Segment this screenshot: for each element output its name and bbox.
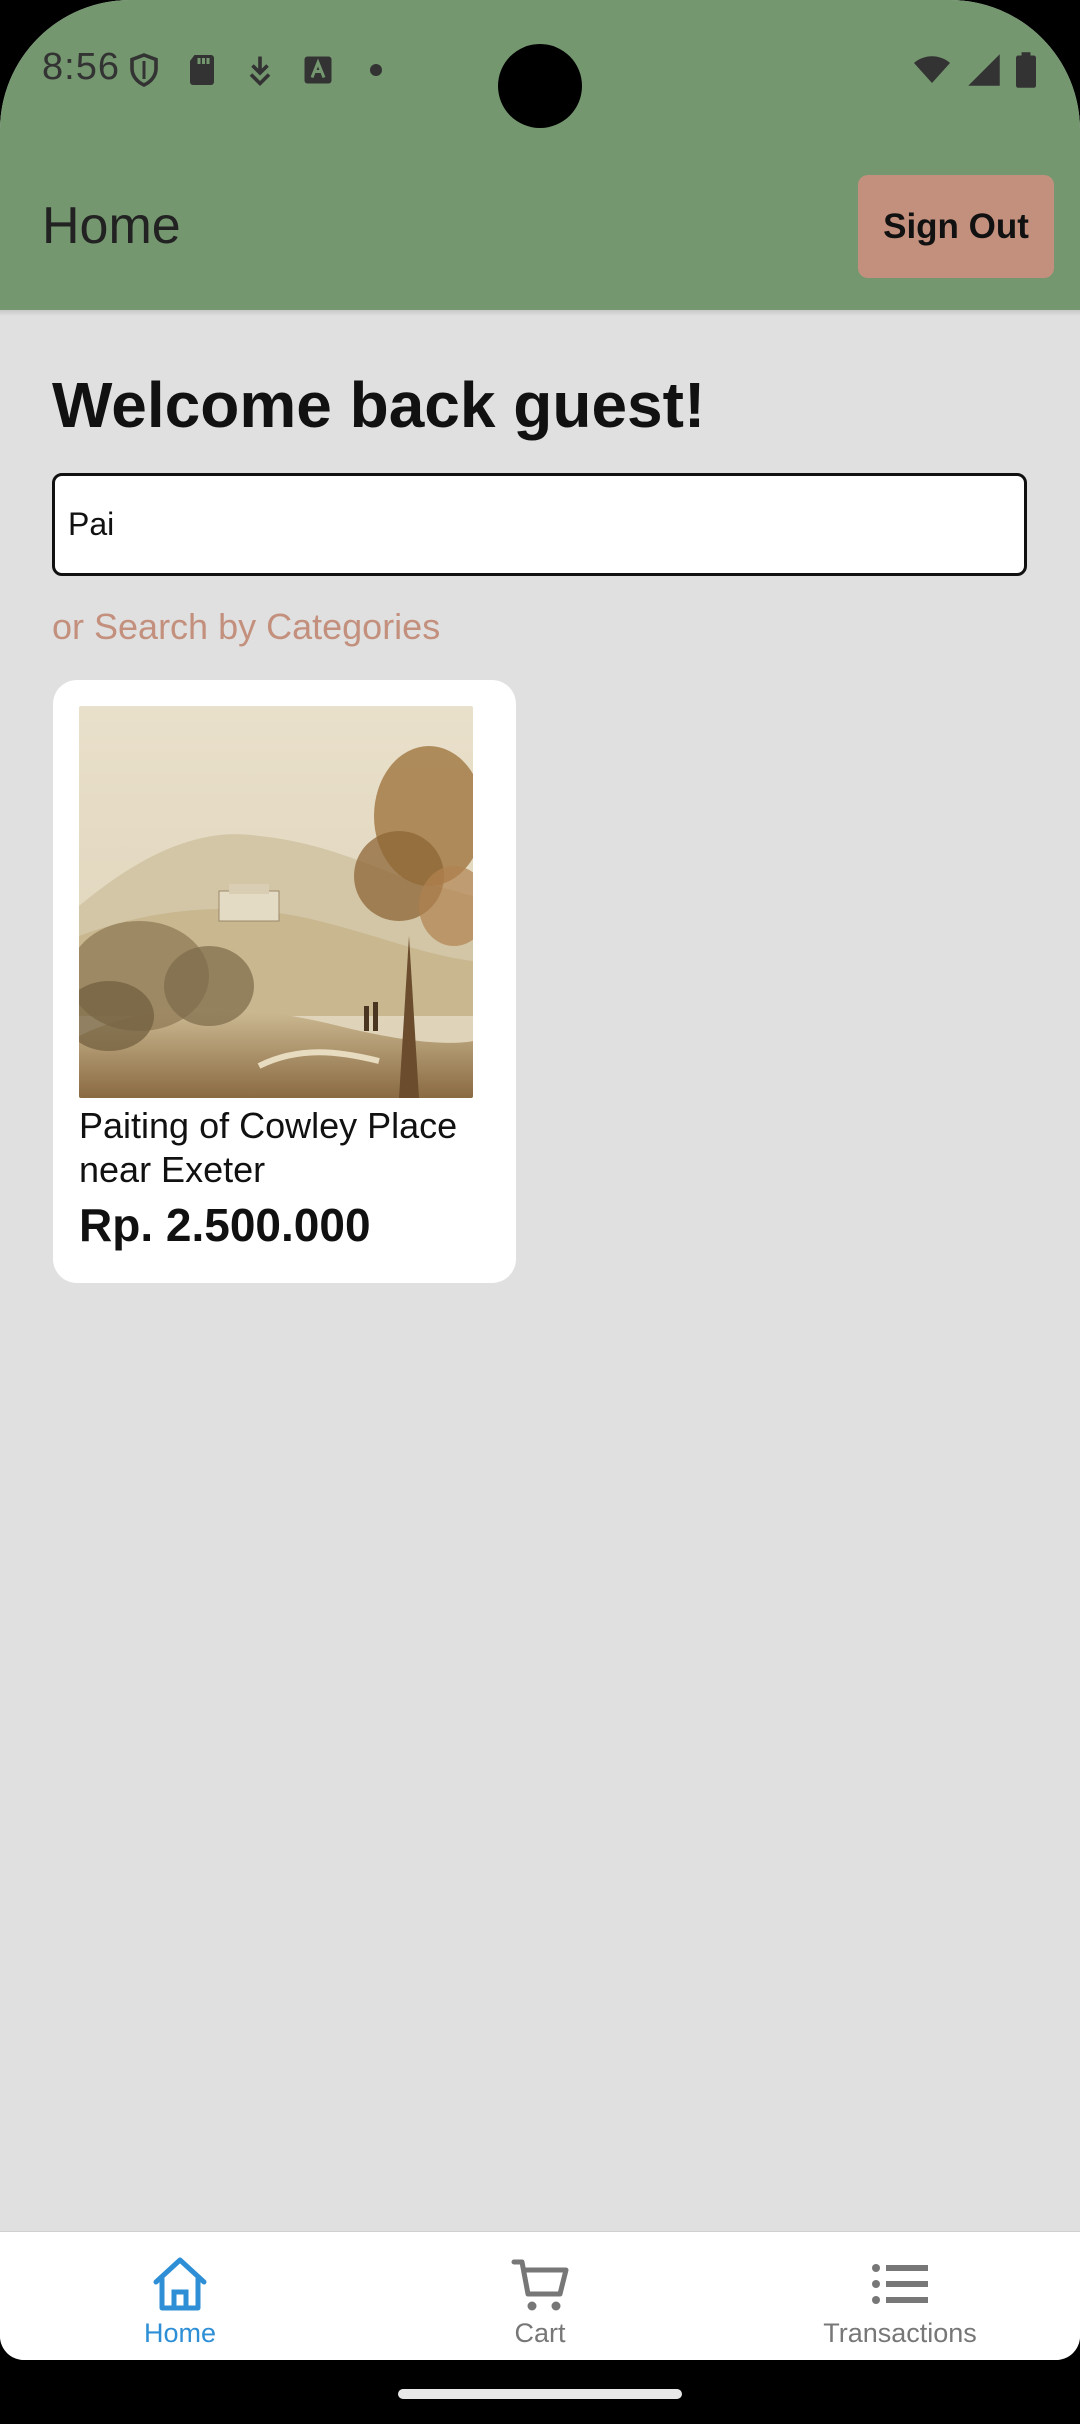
page-title: Home — [42, 197, 181, 255]
product-price: Rp. 2.500.000 — [79, 1199, 371, 1251]
app-header: 8:56 Home Sign Out — [0, 0, 1080, 310]
shield-icon — [130, 53, 158, 87]
download-icon — [249, 56, 271, 87]
sd-card-icon — [190, 55, 214, 85]
home-icon — [153, 2257, 207, 2311]
screen: 8:56 Home Sign Out Welcome back guest! P… — [0, 0, 1080, 2424]
nav-home[interactable]: Home — [30, 2254, 330, 2349]
notification-icons — [126, 52, 394, 88]
nav-cart-label: Cart — [514, 2318, 566, 2348]
product-image — [79, 706, 473, 1098]
cart-icon — [511, 2259, 569, 2311]
battery-icon — [1016, 52, 1036, 88]
nav-transactions[interactable]: Transactions — [750, 2254, 1050, 2349]
camera-cutout — [498, 44, 582, 128]
landscape-painting — [79, 706, 473, 1098]
product-card[interactable]: Paiting of Cowley Place near Exeter Rp. … — [53, 680, 516, 1283]
header-shadow — [0, 310, 1080, 316]
search-input[interactable] — [52, 473, 1027, 576]
nav-transactions-label: Transactions — [823, 2318, 977, 2348]
product-name: Paiting of Cowley Place near Exeter — [79, 1105, 458, 1190]
app-window: 8:56 Home Sign Out Welcome back guest! P… — [0, 0, 1080, 2360]
list-icon — [872, 2264, 928, 2304]
home-indicator[interactable] — [398, 2389, 682, 2399]
nav-home-label: Home — [143, 2318, 217, 2348]
status-bar: 8:56 — [0, 0, 1080, 140]
system-icons — [912, 52, 1036, 88]
status-time: 8:56 — [42, 46, 120, 88]
welcome-heading: Welcome back guest! — [52, 369, 706, 441]
dot-icon — [370, 64, 382, 76]
bottom-navigation: Home Cart Transactions — [0, 2231, 1080, 2360]
sign-out-button[interactable]: Sign Out — [858, 175, 1054, 278]
text-a-icon — [304, 56, 332, 84]
nav-cart[interactable]: Cart — [390, 2254, 690, 2349]
signal-icon — [968, 54, 1000, 86]
wifi-icon — [914, 56, 950, 83]
search-by-categories-link[interactable]: or Search by Categories — [52, 606, 440, 648]
